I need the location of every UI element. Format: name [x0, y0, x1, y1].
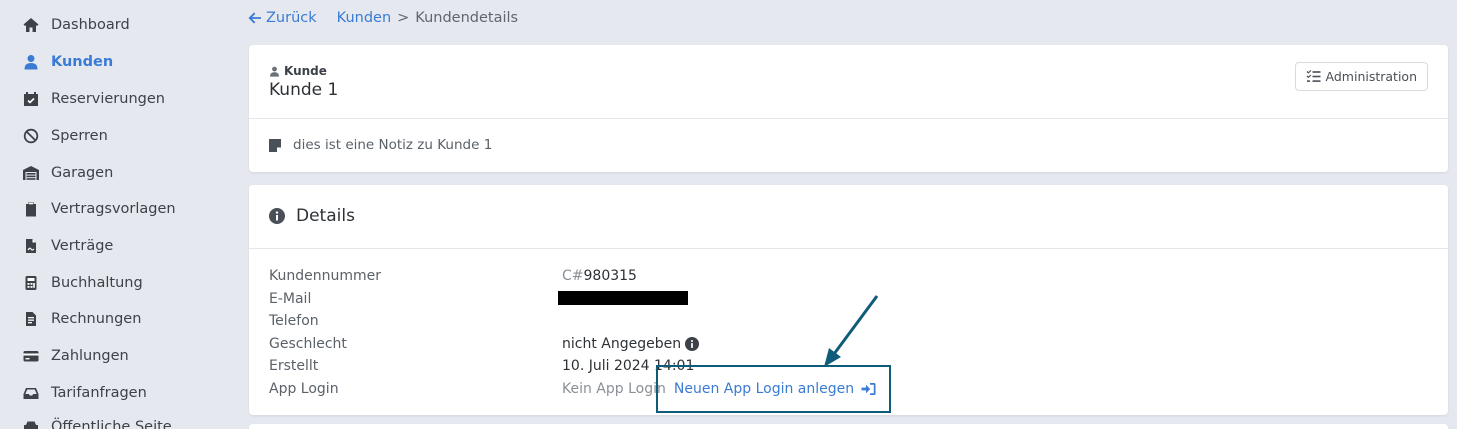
- divider: [249, 248, 1448, 249]
- divider: [249, 118, 1448, 119]
- sidebar-item-label: Rechnungen: [51, 311, 142, 327]
- file-signature-icon: [22, 237, 40, 255]
- sidebar-item-label: Kunden: [51, 54, 114, 70]
- label-gender: Geschlecht: [269, 336, 347, 352]
- value-gender: nicht Angegeben: [562, 336, 700, 352]
- home-icon: [22, 16, 40, 34]
- breadcrumb-kunden[interactable]: Kunden: [337, 10, 391, 26]
- sidebar-item-kunden[interactable]: Kunden: [22, 50, 113, 74]
- app-login-status: Kein App Login: [562, 381, 666, 397]
- value-customer-number: C# 980315: [562, 268, 637, 284]
- sidebar-item-tarifanfragen[interactable]: Tarifanfragen: [22, 381, 147, 405]
- sidebar-item-label: Tarifanfragen: [51, 385, 147, 401]
- breadcrumb-current: Kundendetails: [415, 10, 519, 26]
- sidebar-item-label: Dashboard: [51, 17, 130, 33]
- next-card: [249, 424, 1448, 429]
- warehouse-icon: [22, 164, 40, 182]
- info-circle-icon: [269, 208, 285, 224]
- ban-icon: [22, 127, 40, 145]
- car-icon: [22, 418, 40, 429]
- customer-card: Kunde Kunde 1 Administration dies ist ei…: [249, 45, 1448, 172]
- sticky-note-icon: [269, 138, 281, 152]
- label-customer-number: Kundennummer: [269, 268, 381, 284]
- credit-card-icon: [22, 347, 40, 365]
- label-app-login: App Login: [269, 381, 339, 397]
- sidebar-item-garagen[interactable]: Garagen: [22, 161, 113, 185]
- calculator-icon: [22, 274, 40, 292]
- customer-note-text: dies ist eine Notiz zu Kunde 1: [293, 137, 493, 153]
- customer-section-label-text: Kunde: [284, 64, 327, 78]
- sidebar-item-label: Buchhaltung: [51, 275, 143, 291]
- customer-name: Kunde 1: [269, 80, 339, 100]
- administration-button-label: Administration: [1325, 69, 1417, 84]
- sidebar-item-sperren[interactable]: Sperren: [22, 124, 108, 148]
- customer-note: dies ist eine Notiz zu Kunde 1: [269, 137, 492, 153]
- clipboard-icon: [22, 200, 40, 218]
- administration-button[interactable]: Administration: [1294, 62, 1428, 91]
- sidebar-item-label: Vertragsvorlagen: [51, 201, 176, 217]
- sidebar-item-label: Verträge: [51, 238, 114, 254]
- sidebar-item-rechnungen[interactable]: Rechnungen: [22, 307, 141, 331]
- details-heading: Details: [269, 206, 355, 226]
- details-heading-text: Details: [296, 206, 355, 226]
- value-email: [558, 291, 688, 305]
- info-circle-icon[interactable]: [685, 337, 700, 351]
- customer-number: 980315: [583, 268, 637, 284]
- label-email: E-Mail: [269, 291, 312, 307]
- sidebar-item-label: Zahlungen: [51, 348, 129, 364]
- sidebar-item-zahlungen[interactable]: Zahlungen: [22, 344, 129, 368]
- inbox-icon: [22, 384, 40, 402]
- sidebar-item-label: Sperren: [51, 128, 108, 144]
- breadcrumb-separator: >: [397, 10, 410, 26]
- sidebar-item-buchhaltung[interactable]: Buchhaltung: [22, 271, 143, 295]
- back-link-label: Zurück: [266, 10, 317, 26]
- sidebar-item-label: Öffentliche Seite: [51, 419, 172, 429]
- gender-text: nicht Angegeben: [562, 336, 682, 352]
- user-icon: [22, 53, 40, 71]
- file-invoice-icon: [22, 310, 40, 328]
- list-check-icon: [1306, 69, 1321, 82]
- label-created: Erstellt: [269, 358, 319, 374]
- sidebar-item-dashboard[interactable]: Dashboard: [22, 13, 130, 37]
- redacted-email: [558, 291, 688, 305]
- breadcrumb: Zurück Kunden > Kundendetails: [248, 8, 518, 28]
- sidebar-item-oeffentliche-seite[interactable]: Öffentliche Seite: [22, 415, 172, 429]
- calendar-check-icon: [22, 90, 40, 108]
- annotation-arrow: [824, 295, 879, 367]
- sidebar-item-vertragsvorlagen[interactable]: Vertragsvorlagen: [22, 197, 176, 221]
- user-icon: [270, 66, 279, 77]
- customer-number-prefix: C#: [562, 268, 584, 284]
- sidebar: Dashboard Kunden Reservierungen Sperren …: [0, 0, 232, 429]
- label-phone: Telefon: [269, 313, 319, 329]
- sidebar-item-reservierungen[interactable]: Reservierungen: [22, 87, 165, 111]
- sidebar-item-label: Garagen: [51, 165, 114, 181]
- back-link[interactable]: Zurück: [248, 10, 317, 26]
- sidebar-item-label: Reservierungen: [51, 91, 165, 107]
- highlight-box: [656, 365, 891, 413]
- sidebar-item-vertraege[interactable]: Verträge: [22, 234, 113, 258]
- customer-section-label: Kunde: [269, 64, 327, 78]
- arrow-left-icon: [248, 12, 261, 24]
